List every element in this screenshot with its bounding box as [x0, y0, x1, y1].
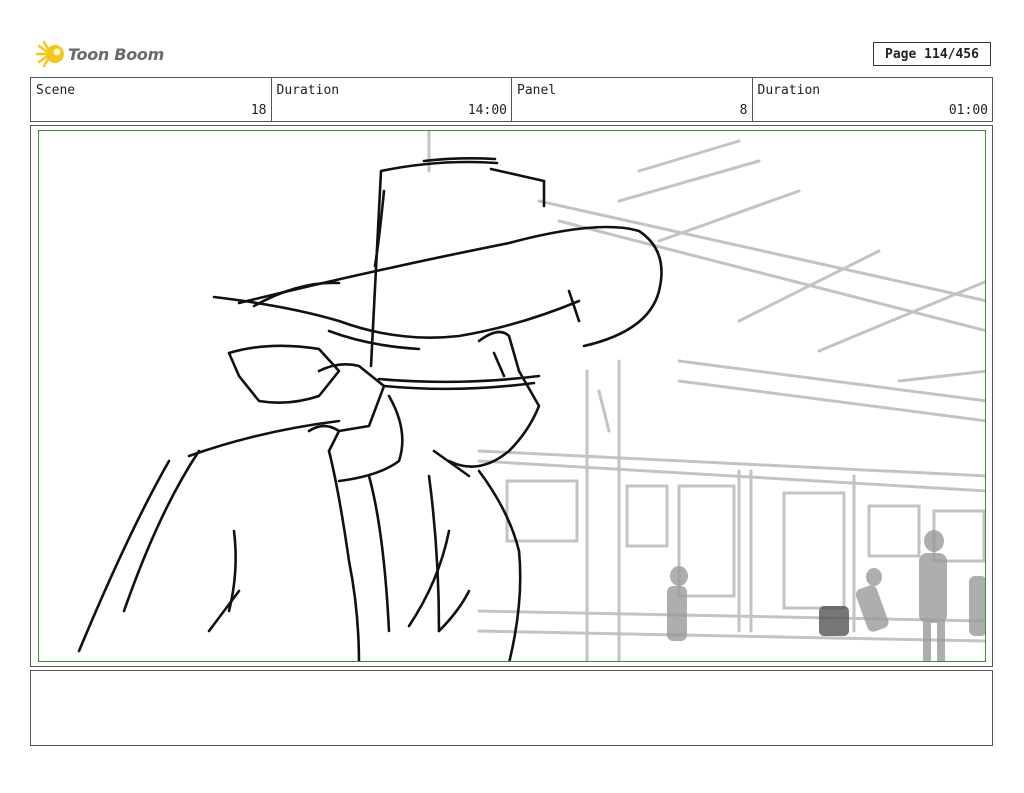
- toon-boom-starburst-icon: [35, 40, 64, 68]
- panel-info-table: Scene 18 Duration 14:00 Panel 8 Duration…: [30, 77, 993, 122]
- scene-cell: Scene 18: [31, 78, 272, 121]
- panel-notes-box: [30, 670, 993, 746]
- panel-value: 8: [739, 103, 748, 118]
- storyboard-sketch-image: [77, 131, 985, 661]
- page-number: Page 114/456: [873, 42, 991, 66]
- panel-duration-label: Duration: [757, 83, 821, 98]
- panel-duration-value: 01:00: [948, 103, 988, 118]
- panel-label: Panel: [517, 83, 557, 98]
- scene-duration-value: 14:00: [467, 103, 507, 118]
- scene-duration-label: Duration: [276, 83, 340, 98]
- scene-label: Scene: [36, 83, 76, 98]
- storyboard-panel: [38, 130, 986, 662]
- panel-duration-cell: Duration 01:00: [753, 78, 993, 121]
- toon-boom-logo: Toon Boom: [33, 38, 164, 70]
- brand-name: Toon Boom: [68, 44, 164, 64]
- scene-duration-cell: Duration 14:00: [272, 78, 512, 121]
- panel-cell: Panel 8: [512, 78, 753, 121]
- scene-value: 18: [250, 103, 267, 118]
